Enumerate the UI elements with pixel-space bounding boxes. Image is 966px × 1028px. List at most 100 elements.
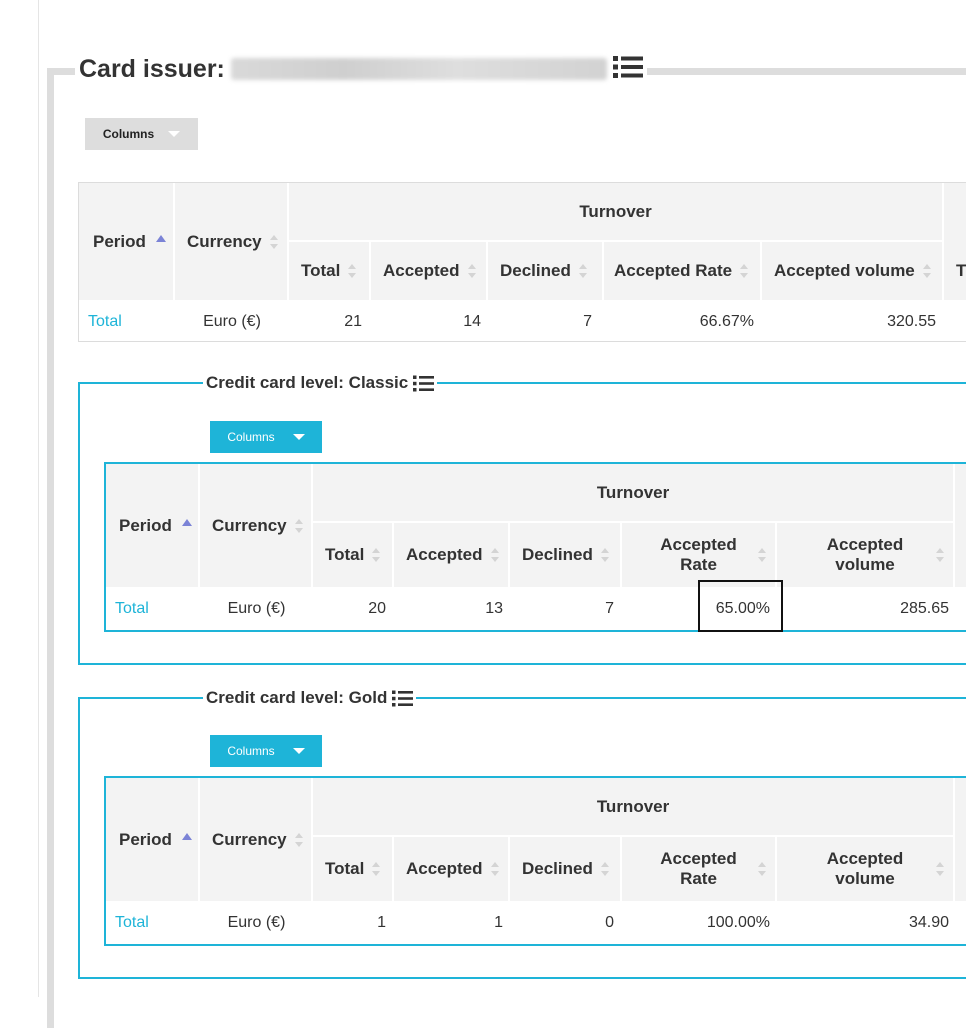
list-icon[interactable] [392,690,414,707]
column-header-period[interactable]: Period [79,183,175,300]
table-row: Total Euro (€) 1 1 0 100.00% 34.90 [106,901,966,944]
sort-icon [490,548,500,562]
cell-currency: Euro (€) [203,313,261,330]
column-header-currency[interactable]: Currency [200,778,313,901]
classic-level-legend: Credit card level: Classic [203,372,438,394]
sort-ascending-icon [181,833,192,840]
column-header-total[interactable]: Total [313,523,394,587]
column-header-accepted-rate[interactable]: Accepted Rate [604,242,762,300]
cell-accepted: 14 [463,313,481,330]
header-label: Declined [522,545,593,564]
list-icon[interactable] [413,375,435,392]
column-group-turnover: Turnover [313,464,956,523]
cell-accepted: 13 [485,599,503,617]
columns-button-label: Columns [227,430,275,444]
column-header-total[interactable]: Total [289,242,371,300]
column-header-next [955,837,966,901]
header-label: Currency [212,829,287,849]
header-label: Rate [680,869,717,888]
chevron-down-icon [168,131,181,137]
cell-accepted-rate: 66.67% [699,313,754,330]
cell-currency: Euro (€) [227,913,286,931]
column-header-accepted-volume[interactable]: Accepted volume [777,837,956,901]
sort-icon [294,832,304,847]
header-label: Total [301,261,341,280]
header-label: Turnover [596,796,670,816]
chevron-down-icon [292,434,305,440]
column-header-accepted-volume[interactable]: Accepted volume [762,242,945,300]
column-header-accepted-rate[interactable]: Accepted Rate [622,523,777,587]
header-label: Turnover [596,482,670,502]
column-header-period[interactable]: Period [106,464,200,587]
column-group-turnover: Turnover [313,778,956,837]
column-header-declined[interactable]: Declined [510,837,622,901]
table-row: Total Euro (€) 20 13 7 65.00% 285.65 [106,587,966,630]
cell-declined: 7 [605,599,614,617]
column-header-accepted[interactable]: Accepted [371,242,488,300]
sort-icon [936,862,945,876]
column-header-declined[interactable]: Declined [488,242,604,300]
cell-accepted-volume: 34.90 [909,913,950,931]
sort-icon [922,264,932,278]
column-header-next[interactable]: T [944,242,966,300]
column-header-currency[interactable]: Currency [200,464,313,587]
period-total-link[interactable]: Total [115,600,149,617]
cell-accepted: 1 [494,913,503,931]
chevron-down-icon [292,748,305,754]
cell-currency: Euro (€) [227,599,286,617]
sort-icon [758,548,767,562]
header-label: Accepted [660,535,737,554]
column-header-period[interactable]: Period [106,778,200,901]
cell-accepted-rate: 100.00% [706,913,770,931]
column-group-turnover: Turnover [289,183,945,242]
page-left-rule [38,0,39,997]
classic-level-title: Credit card level: Classic [206,373,409,392]
column-header-accepted-volume[interactable]: Accepted volume [777,523,956,587]
header-label: Total [325,859,365,878]
card-issuer-legend: Card issuer: [75,52,647,86]
header-label: Accepted [826,535,904,554]
list-icon[interactable] [612,55,643,84]
turnover-table-gold: Period Currency Turnover Total Accepted … [104,776,966,946]
header-label: T [956,261,966,280]
header-label: volume [835,555,895,574]
sort-icon [758,862,767,876]
column-header-accepted[interactable]: Accepted [394,837,510,901]
column-group-next [955,778,966,837]
table-row: Total Euro (€) 21 14 7 66.67% 320.55 [79,300,966,341]
cell-declined: 0 [605,913,614,931]
card-issuer-name-redacted [230,58,607,80]
classic-columns-button[interactable]: Columns [210,421,322,453]
header-label: Declined [500,261,571,280]
sort-icon [294,518,304,533]
column-group-next [955,464,966,523]
sort-icon [372,548,381,562]
columns-button-label: Columns [227,744,275,758]
period-total-link[interactable]: Total [88,313,122,330]
header-label: Accepted [406,859,483,878]
column-header-accepted[interactable]: Accepted [394,523,510,587]
sort-icon [269,234,279,249]
columns-button[interactable]: Columns [85,118,198,150]
header-label: Declined [522,859,593,878]
gold-columns-button[interactable]: Columns [210,735,322,767]
header-label: Period [93,231,146,251]
column-header-accepted-rate[interactable]: Accepted Rate [622,837,777,901]
cell-period[interactable]: Total [79,300,175,341]
header-label: Period [119,515,172,535]
column-header-currency[interactable]: Currency [175,183,289,300]
column-header-total[interactable]: Total [313,837,394,901]
header-label: Accepted [406,545,483,564]
sort-icon [372,862,381,876]
cell-period[interactable]: Total [106,587,200,630]
header-label: Period [119,829,172,849]
sort-icon [740,264,749,278]
cell-accepted-volume: 285.65 [900,599,950,617]
period-total-link[interactable]: Total [115,914,149,931]
cell-period[interactable]: Total [106,901,200,944]
header-label: Accepted Rate [614,261,733,280]
header-label: Total [325,545,365,564]
cell-total: 20 [368,599,386,617]
sort-icon [578,264,588,278]
column-header-declined[interactable]: Declined [510,523,622,587]
